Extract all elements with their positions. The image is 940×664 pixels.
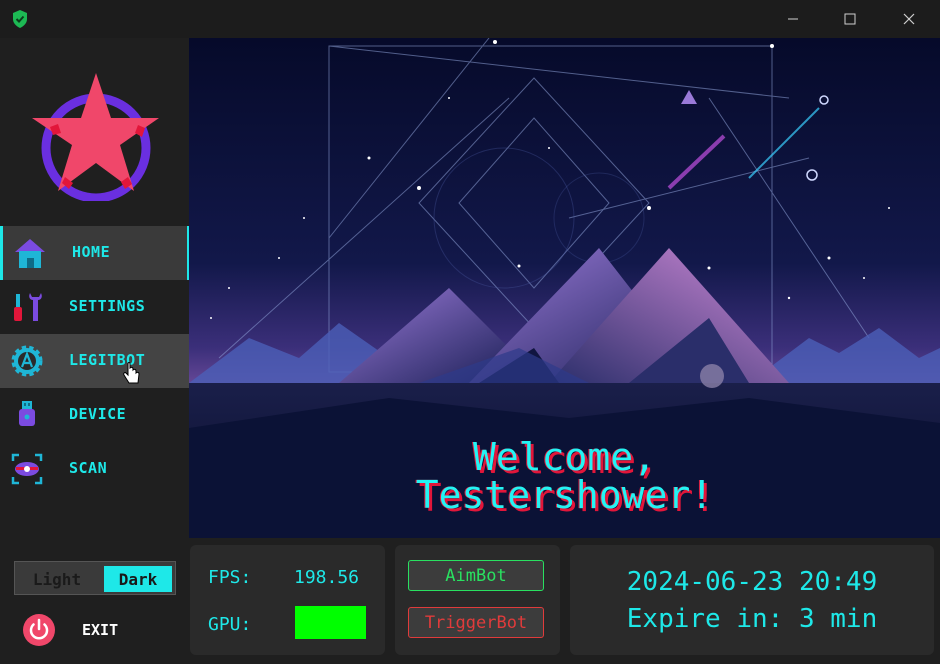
maximize-icon	[844, 13, 856, 25]
sidebar-item-home[interactable]: HOME	[0, 226, 189, 280]
gpu-status-indicator	[295, 606, 366, 639]
sidebar-item-device[interactable]: DEVICE	[0, 388, 189, 442]
expire-display: Expire in: 3 min	[626, 604, 878, 634]
sidebar-item-label: DEVICE	[69, 405, 127, 423]
welcome-line-1: Welcome,	[472, 435, 657, 479]
gpu-label: GPU:	[208, 614, 252, 635]
triggerbot-button[interactable]: TriggerBot	[408, 607, 544, 638]
maximize-button[interactable]	[827, 0, 873, 38]
star-logo-icon	[32, 73, 159, 201]
theme-dark-option[interactable]: Dark	[104, 566, 172, 592]
sidebar-item-label: SETTINGS	[69, 297, 146, 315]
power-icon	[23, 614, 55, 646]
hand-cursor-icon	[123, 362, 140, 384]
close-icon	[903, 13, 915, 25]
hero-banner: Welcome, Testershower!	[189, 38, 940, 538]
title-bar[interactable]	[0, 0, 940, 38]
stats-panel: FPS: 198.56 GPU:	[190, 545, 385, 655]
fps-value: 198.56	[294, 567, 360, 588]
usb-device-icon	[19, 401, 35, 426]
fps-label: FPS:	[208, 567, 252, 588]
minimize-icon	[788, 18, 798, 20]
minimize-button[interactable]	[770, 0, 816, 38]
scan-eye-icon	[11, 453, 43, 485]
bot-toggles-panel: AimBot TriggerBot	[395, 545, 560, 655]
sidebar-item-label: SCAN	[69, 459, 108, 477]
sidebar-item-settings[interactable]: SETTINGS	[0, 280, 189, 334]
datetime-display: 2024-06-23 20:49	[626, 567, 878, 597]
app-window: HOME SETTINGS LEGITBOT DEVICE SCAN Welco…	[0, 0, 940, 664]
home-icon	[15, 239, 45, 268]
status-panel: 2024-06-23 20:49 Expire in: 3 min	[570, 545, 934, 655]
wrench-screwdriver-icon	[14, 293, 42, 321]
shield-check-icon	[13, 10, 27, 28]
theme-toggle: Light Dark	[14, 561, 176, 595]
sidebar-item-legitbot[interactable]: LEGITBOT	[0, 334, 189, 388]
exit-label: EXIT	[82, 621, 119, 639]
exit-button[interactable]: EXIT	[22, 613, 162, 647]
gear-a-icon	[11, 345, 43, 377]
sidebar-item-scan[interactable]: SCAN	[0, 442, 189, 496]
theme-light-option[interactable]: Light	[23, 566, 91, 592]
welcome-line-2: Testershower!	[415, 473, 714, 517]
sidebar-item-label: HOME	[72, 243, 111, 261]
close-button[interactable]	[886, 0, 932, 38]
aimbot-button[interactable]: AimBot	[408, 560, 544, 591]
